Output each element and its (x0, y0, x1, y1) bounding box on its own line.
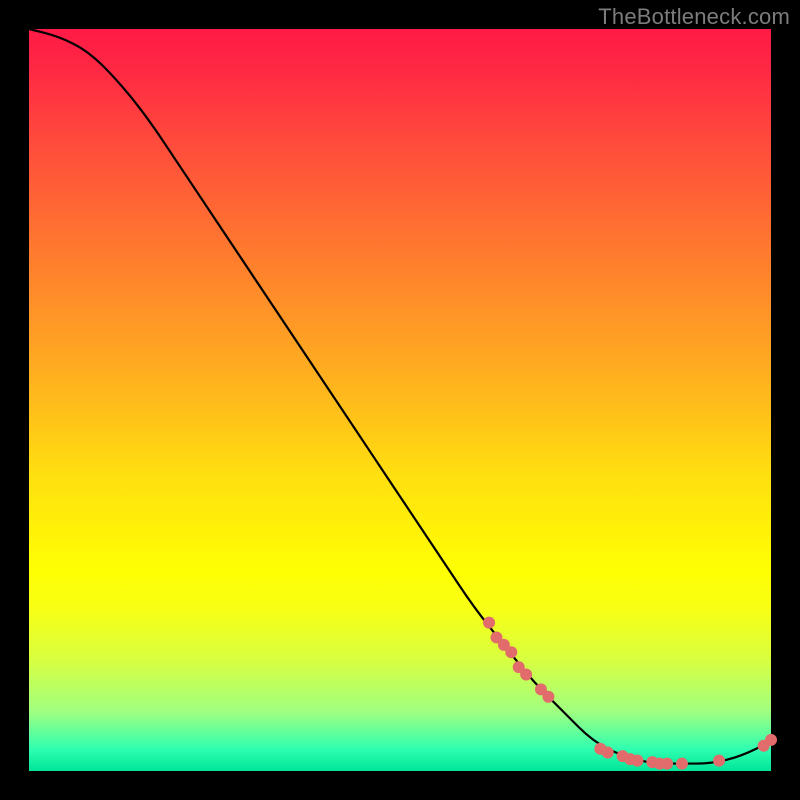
bottleneck-curve (29, 29, 771, 764)
highlight-dot (713, 755, 725, 767)
highlight-dot (542, 691, 554, 703)
highlight-dot (676, 758, 688, 770)
highlight-dot (520, 669, 532, 681)
highlight-dots (483, 617, 777, 770)
highlight-dot (505, 646, 517, 658)
chart-stage: TheBottleneck.com (0, 0, 800, 800)
highlight-dot (631, 755, 643, 767)
highlight-dot (661, 758, 673, 770)
highlight-dot (765, 734, 777, 746)
attribution-text: TheBottleneck.com (598, 4, 790, 30)
plot-area (29, 29, 771, 771)
curve-layer (29, 29, 771, 771)
highlight-dot (483, 617, 495, 629)
highlight-dot (602, 746, 614, 758)
